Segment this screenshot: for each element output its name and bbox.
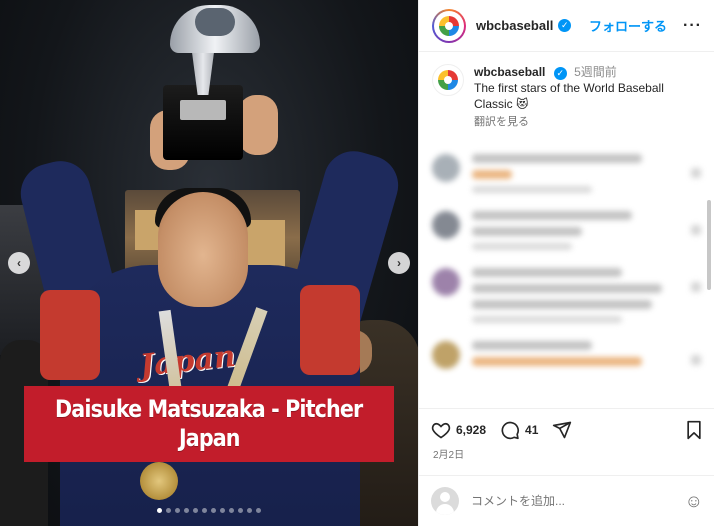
like-button[interactable]: 6,928 xyxy=(431,420,486,440)
comment-item xyxy=(419,144,714,201)
post-media[interactable]: Japan Daisuke Matsuzaka - Pitcher Japan … xyxy=(0,0,418,526)
see-translation-link[interactable]: 翻訳を見る xyxy=(474,114,694,130)
caption-avatar[interactable] xyxy=(432,64,464,96)
trophy-globe xyxy=(195,8,235,36)
carousel-dot xyxy=(202,508,207,513)
verified-badge-icon: ✓ xyxy=(558,19,572,32)
user-avatar xyxy=(431,487,459,515)
caption-username[interactable]: wbcbaseball xyxy=(474,65,545,79)
comment-icon xyxy=(501,421,520,439)
carousel-next-button[interactable]: › xyxy=(388,252,410,274)
comments-scrollbar[interactable] xyxy=(707,200,711,290)
chevron-right-icon: › xyxy=(397,256,401,270)
carousel-dot xyxy=(247,508,252,513)
player-caption-banner: Daisuke Matsuzaka - Pitcher Japan xyxy=(24,386,394,462)
chevron-left-icon: ‹ xyxy=(17,256,21,270)
carousel-prev-button[interactable]: ‹ xyxy=(8,252,30,274)
post-caption: wbcbaseball ✓ 5週間前 The first stars of th… xyxy=(419,52,714,130)
wbc-logo-icon xyxy=(439,15,459,36)
carousel-indicator xyxy=(0,508,418,513)
heart-icon xyxy=(431,422,451,438)
post-actions: 6,928 41 xyxy=(419,408,714,450)
carousel-dot xyxy=(184,508,189,513)
post-header: wbcbaseball ✓ フォローする ··· xyxy=(419,0,714,52)
caption-text: The first stars of the World Baseball Cl… xyxy=(474,81,664,111)
carousel-dot xyxy=(175,508,180,513)
carousel-dot xyxy=(220,508,225,513)
post-date[interactable]: 2月2日 xyxy=(433,446,464,461)
account-avatar[interactable] xyxy=(432,8,466,43)
comment-button[interactable]: 41 xyxy=(500,420,538,440)
trophy-base xyxy=(163,85,243,160)
header-username[interactable]: wbcbaseball xyxy=(476,18,553,33)
carousel-dot xyxy=(238,508,243,513)
carousel-dot xyxy=(193,508,198,513)
comment-item xyxy=(419,331,714,381)
jersey-red-panel-right xyxy=(300,285,360,375)
emoji-icon[interactable]: ☺ xyxy=(685,491,703,512)
carousel-dot xyxy=(166,508,171,513)
more-options-icon[interactable]: ··· xyxy=(683,17,702,35)
caption-banner-line2: Japan xyxy=(178,424,241,452)
gold-medal xyxy=(140,462,178,500)
caption-banner-line1: Daisuke Matsuzaka - Pitcher xyxy=(55,395,363,423)
carousel-dot xyxy=(256,508,261,513)
post-side-panel: wbcbaseball ✓ フォローする ··· wbcbaseball ✓ 5… xyxy=(418,0,714,526)
bookmark-icon xyxy=(687,420,701,439)
share-button[interactable] xyxy=(552,420,572,440)
jersey-red-panel-left xyxy=(40,290,100,380)
carousel-dot xyxy=(157,508,162,513)
player-face xyxy=(158,192,248,307)
player-right-hand xyxy=(238,95,278,155)
comment-count[interactable]: 41 xyxy=(525,423,538,437)
comment-item xyxy=(419,258,714,331)
comments-list[interactable] xyxy=(419,144,714,442)
like-count[interactable]: 6,928 xyxy=(456,423,486,437)
add-comment-bar: ☺ xyxy=(419,475,714,526)
comment-item xyxy=(419,201,714,258)
verified-badge-icon: ✓ xyxy=(553,66,567,80)
save-button[interactable] xyxy=(685,420,703,440)
follow-button[interactable]: フォローする xyxy=(589,16,667,35)
trophy-plate xyxy=(180,100,226,120)
send-icon xyxy=(553,421,572,438)
comment-input[interactable] xyxy=(471,494,685,508)
wbc-logo-icon xyxy=(438,70,458,90)
carousel-dot xyxy=(229,508,234,513)
caption-time-ago[interactable]: 5週間前 xyxy=(574,65,617,79)
carousel-dot xyxy=(211,508,216,513)
